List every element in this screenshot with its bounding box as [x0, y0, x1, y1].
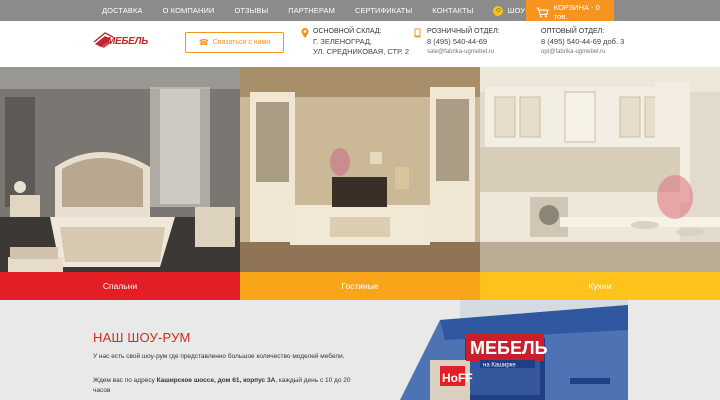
building-sub-text: на Каширке [483, 363, 516, 369]
warehouse-title: ОСНОВНОЙ СКЛАД: [313, 28, 382, 35]
showroom-address-text: Ждем вас по адресу Каширское шоссе, дом … [93, 376, 358, 396]
top-nav-bar: Доставка О компании Отзывы Партнерам Сер… [0, 0, 720, 24]
warehouse-info: ОСНОВНОЙ СКЛАД: Г. ЗЕЛЕНОГРАД, УЛ. СРЕДН… [301, 27, 410, 57]
retail-email[interactable]: sale@fabrika-ugmebel.ru [427, 47, 500, 57]
showroom-building-image: HoFF МЕБЕЛЬ на Каширке [370, 300, 628, 400]
showroom-section: НАШ ШОУ-РУМ У нас есть свой шоу-рум где … [0, 300, 720, 400]
wholesale-email[interactable]: opt@fabrika-ugmebel.ru [541, 47, 624, 57]
retail-phone[interactable]: 8 (495) 540-44-69 [427, 37, 500, 47]
cart-label: КОРЗИНА - 0 тов. [553, 3, 600, 21]
building-logo-text: HoFF [442, 371, 473, 385]
nav-partners[interactable]: Партнерам [288, 6, 335, 15]
contact-us-button[interactable]: ☎ Связаться с нами [185, 32, 284, 53]
main-nav: Доставка О компании Отзывы Партнерам Сер… [102, 0, 564, 21]
category-bedrooms[interactable]: Спальни [0, 67, 240, 300]
retail-info: РОЗНИЧНЫЙ ОТДЕЛ: 8 (495) 540-44-69 sale@… [414, 27, 500, 57]
logo[interactable]: МЕБЕЛЬ [93, 30, 153, 52]
showroom-description: У нас есть свой шоу-рум где представленн… [93, 353, 345, 360]
smiley-icon: ☺ [493, 5, 504, 16]
nav-reviews[interactable]: Отзывы [234, 6, 268, 15]
location-pin-icon [301, 28, 309, 38]
contact-us-label: Связаться с нами [212, 39, 271, 46]
wholesale-phone[interactable]: 8 (495) 540-44-69 доб. 3 [541, 37, 624, 47]
nav-certificates[interactable]: Сертификаты [355, 6, 412, 15]
building-sign-text: МЕБЕЛЬ [470, 338, 548, 358]
category-living-rooms-label[interactable]: Гостиные [240, 272, 480, 300]
mobile-phone-icon [414, 28, 421, 38]
building-photo: HoFF МЕБЕЛЬ на Каширке [370, 300, 628, 400]
nav-delivery[interactable]: Доставка [102, 6, 143, 15]
wholesale-title: ОПТОВЫЙ ОТДЕЛ: [541, 28, 605, 35]
phone-icon: ☎ [198, 38, 209, 47]
showroom-address-prefix: Ждем вас по адресу [93, 377, 157, 384]
category-kitchens[interactable]: Кухни [480, 67, 720, 300]
kitchen-photo [480, 67, 720, 272]
cart-icon [536, 7, 549, 17]
showroom-title: НАШ ШОУ-РУМ [93, 330, 191, 345]
category-kitchens-label[interactable]: Кухни [480, 272, 720, 300]
warehouse-street: УЛ. СРЕДНИКОВАЯ, СТР. 2 [313, 47, 410, 56]
nav-about[interactable]: О компании [163, 6, 215, 15]
bedroom-photo [0, 67, 240, 272]
warehouse-city: Г. ЗЕЛЕНОГРАД, [313, 37, 372, 46]
nav-contacts[interactable]: Контакты [432, 6, 473, 15]
site-header: МЕБЕЛЬ ☎ Связаться с нами ОСНОВНОЙ СКЛАД… [0, 21, 720, 67]
category-bedrooms-label[interactable]: Спальни [0, 272, 240, 300]
showroom-address: Каширское шоссе, дом 61, корпус 3А [156, 377, 276, 384]
category-living-rooms[interactable]: Гостиные [240, 67, 480, 300]
wholesale-info: ОПТОВЫЙ ОТДЕЛ: 8 (495) 540-44-69 доб. 3 … [541, 27, 624, 57]
retail-title: РОЗНИЧНЫЙ ОТДЕЛ: [427, 28, 500, 35]
living-room-photo [240, 67, 480, 272]
logo-text: МЕБЕЛЬ [107, 36, 149, 47]
